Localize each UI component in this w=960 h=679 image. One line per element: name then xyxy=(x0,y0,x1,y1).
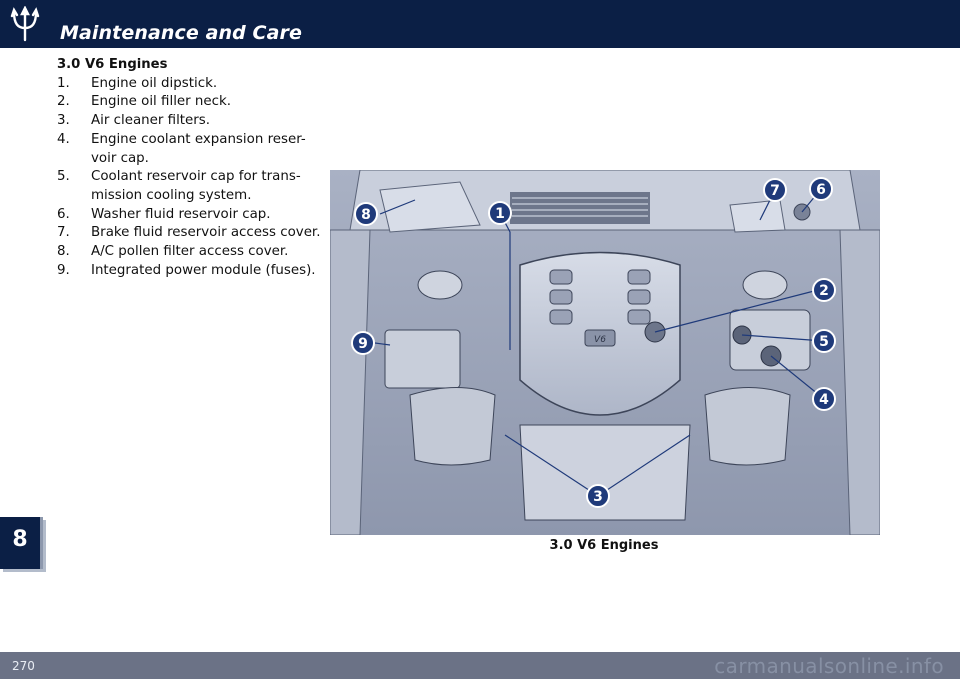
engine-bay-figure: V6 1 2 3 4 5 6 7 8 9 xyxy=(330,170,880,535)
list-item: 9. Integrated power module (fuses). xyxy=(57,262,327,281)
page-footer: 270 carmanualsonline.info xyxy=(0,652,960,679)
engine-badge-text: V6 xyxy=(594,335,606,345)
list-item-number: 1. xyxy=(57,75,70,91)
list-item-text: A/C pollen filter access cover. xyxy=(91,244,289,260)
list-item-text: Air cleaner filters. xyxy=(91,113,211,129)
callout-7: 7 xyxy=(763,178,787,202)
list-item-text: Integrated power module (fuses). xyxy=(91,262,316,278)
engine-component-list: 3.0 V6 Engines 1. Engine oil dipstick. 2.… xyxy=(57,56,327,280)
list-item-text: Coolant reservoir cap for trans-mission … xyxy=(91,169,301,203)
callout-8: 8 xyxy=(354,202,378,226)
list-item-text: Engine coolant expansion reser-voir cap. xyxy=(91,131,306,166)
right-air-cleaner xyxy=(704,387,791,466)
callout-6: 6 xyxy=(809,177,833,201)
callout-4: 4 xyxy=(812,387,836,411)
page-number: 270 xyxy=(12,659,35,673)
svg-text:9: 9 xyxy=(358,336,368,352)
maserati-trident-icon xyxy=(10,6,40,42)
list-item: 1. Engine oil dipstick. xyxy=(57,75,327,94)
callout-3: 3 xyxy=(586,484,610,508)
list-item-number: 4. xyxy=(57,131,70,147)
list-item: 3. Air cleaner filters. xyxy=(57,112,327,131)
list-item: 5. Coolant reservoir cap for trans-missio… xyxy=(57,168,327,205)
svg-text:3: 3 xyxy=(593,489,603,505)
svg-text:8: 8 xyxy=(361,207,371,223)
list-item-number: 8. xyxy=(57,244,70,260)
list-item-number: 7. xyxy=(57,225,70,241)
svg-text:1: 1 xyxy=(495,206,505,222)
list-item-text: Washer fluid reservoir cap. xyxy=(91,206,271,222)
left-reservoir xyxy=(417,270,463,300)
power-module-box xyxy=(384,329,461,389)
list-item: 6. Washer fluid reservoir cap. xyxy=(57,206,327,225)
cowl-vent xyxy=(510,192,650,224)
svg-text:2: 2 xyxy=(819,283,829,299)
list-item-text: Brake fluid reservoir access cover. xyxy=(91,225,321,241)
svg-text:7: 7 xyxy=(770,183,780,199)
list-item-text: Engine oil filler neck. xyxy=(91,94,232,110)
left-air-cleaner xyxy=(409,387,496,466)
air-intake-duct xyxy=(519,424,691,521)
component-list: 1. Engine oil dipstick. 2. Engine oil fill… xyxy=(57,75,327,281)
page-header: Maintenance and Care xyxy=(0,0,960,48)
list-item: 8. A/C pollen filter access cover. xyxy=(57,243,327,262)
chapter-number: 8 xyxy=(12,527,28,552)
list-item-number: 5. xyxy=(57,169,70,185)
section-title: 3.0 V6 Engines xyxy=(57,57,168,72)
list-item-number: 9. xyxy=(57,262,70,278)
svg-text:6: 6 xyxy=(816,182,826,198)
brake-fluid-cover xyxy=(729,199,786,233)
callout-1: 1 xyxy=(488,201,512,225)
figure-caption: 3.0 V6 Engines xyxy=(549,538,659,553)
watermark: carmanualsonline.info xyxy=(714,654,944,678)
svg-text:4: 4 xyxy=(819,392,829,408)
list-item: 4. Engine coolant expansion reser-voir ca… xyxy=(57,131,327,168)
callout-5: 5 xyxy=(812,329,836,353)
engine-bay-illustration: V6 1 2 3 4 5 6 7 8 9 xyxy=(330,170,880,535)
list-item-text: Engine oil dipstick. xyxy=(91,75,218,91)
list-item-number: 3. xyxy=(57,113,70,129)
list-item-number: 2. xyxy=(57,94,70,110)
page-header-title: Maintenance and Care xyxy=(60,22,302,44)
list-item-number: 6. xyxy=(57,206,70,222)
callout-9: 9 xyxy=(351,331,375,355)
svg-text:5: 5 xyxy=(819,334,829,350)
chapter-tab: 8 xyxy=(0,517,43,569)
right-reservoir xyxy=(742,270,788,300)
list-item: 2. Engine oil filler neck. xyxy=(57,93,327,112)
callout-2: 2 xyxy=(812,278,836,302)
list-item: 7. Brake fluid reservoir access cover. xyxy=(57,224,327,243)
